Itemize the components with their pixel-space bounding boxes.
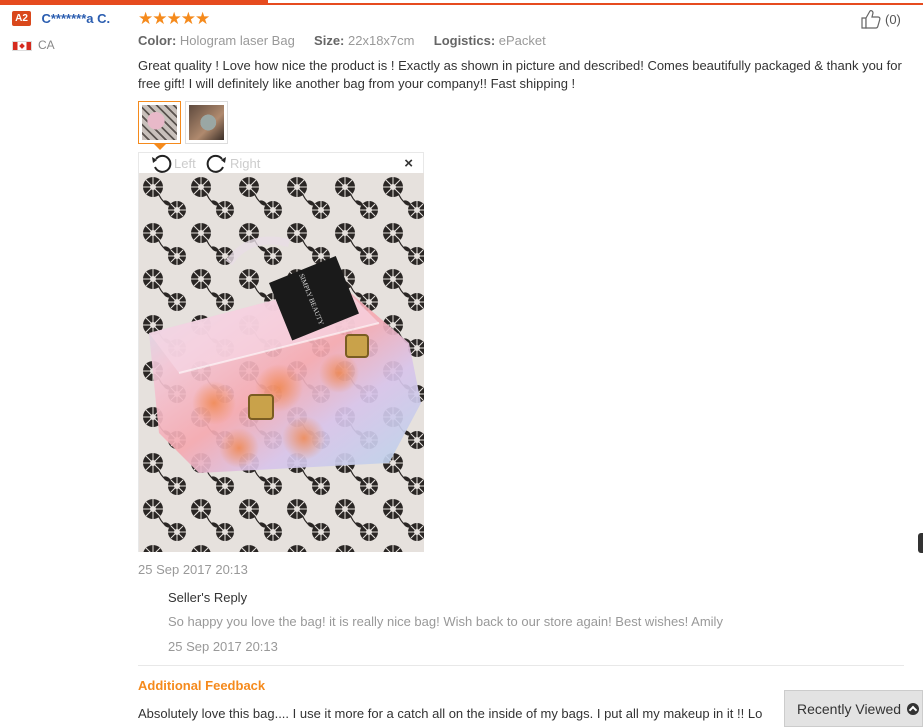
image-viewer-toolbar: Left Right ×: [139, 153, 423, 173]
order-attributes: Color: Hologram laser Bag Size: 22x18x7c…: [138, 33, 546, 48]
canada-flag-icon: [12, 40, 32, 51]
star-rating: ★★★★★: [138, 9, 210, 28]
helpful-like-button[interactable]: (0): [860, 9, 901, 29]
buyer-info: A2 C*******a C. CA: [12, 10, 110, 52]
review-thumbnail[interactable]: [138, 101, 181, 150]
attr-size-value: 22x18x7cm: [348, 33, 415, 48]
seller-reply: Seller's Reply So happy you love the bag…: [168, 590, 723, 654]
rotate-left-button[interactable]: Left: [150, 153, 196, 173]
attr-logistics-key: Logistics:: [433, 33, 496, 48]
thumbnail-image: [189, 105, 224, 140]
attr-logistics-value: ePacket: [498, 33, 546, 48]
top-tab-rule: [0, 0, 923, 5]
recently-viewed-label: Recently Viewed: [797, 700, 902, 717]
review-photo: SIMPLY BEAUTY: [139, 173, 424, 552]
thumbs-up-icon: [861, 10, 881, 29]
rotate-right-icon: [206, 154, 226, 173]
attr-size-key: Size:: [314, 33, 345, 48]
buyer-level-badge: A2: [12, 11, 31, 27]
attr-color-value: Hologram laser Bag: [179, 33, 295, 48]
section-divider: [138, 665, 904, 666]
review-date: 25 Sep 2017 20:13: [138, 562, 248, 577]
rotate-left-label: Left: [174, 155, 196, 171]
active-tab-indicator: [0, 0, 268, 5]
review-image-thumbnails: [138, 101, 232, 150]
seller-reply-text: So happy you love the bag! it is really …: [168, 614, 723, 629]
thumbnail-image: [142, 105, 177, 140]
review-thumbnail[interactable]: [185, 101, 228, 144]
rotate-left-icon: [152, 154, 172, 173]
chevron-up-icon: [907, 702, 920, 715]
image-viewer: Left Right × SIMPLY BEAUTY: [138, 152, 424, 552]
review-text: Great quality ! Love how nice the produc…: [138, 58, 902, 91]
additional-feedback-title: Additional Feedback: [138, 678, 266, 693]
seller-reply-title: Seller's Reply: [168, 590, 248, 605]
rotate-right-button[interactable]: Right: [206, 153, 260, 173]
side-drawer-handle[interactable]: [918, 533, 923, 553]
buyer-country: CA: [12, 38, 55, 52]
close-viewer-button[interactable]: ×: [404, 155, 413, 172]
country-code: CA: [38, 38, 55, 52]
like-count: (0): [885, 11, 901, 27]
recently-viewed-button[interactable]: Recently Viewed: [784, 690, 923, 727]
photo-illustration: SIMPLY BEAUTY: [139, 173, 424, 552]
seller-reply-date: 25 Sep 2017 20:13: [168, 639, 278, 654]
attr-color-key: Color:: [138, 33, 177, 48]
additional-feedback-text: Absolutely love this bag.... I use it mo…: [138, 706, 763, 721]
rotate-right-label: Right: [230, 155, 261, 171]
buyer-name[interactable]: C*******a C.: [41, 11, 110, 26]
